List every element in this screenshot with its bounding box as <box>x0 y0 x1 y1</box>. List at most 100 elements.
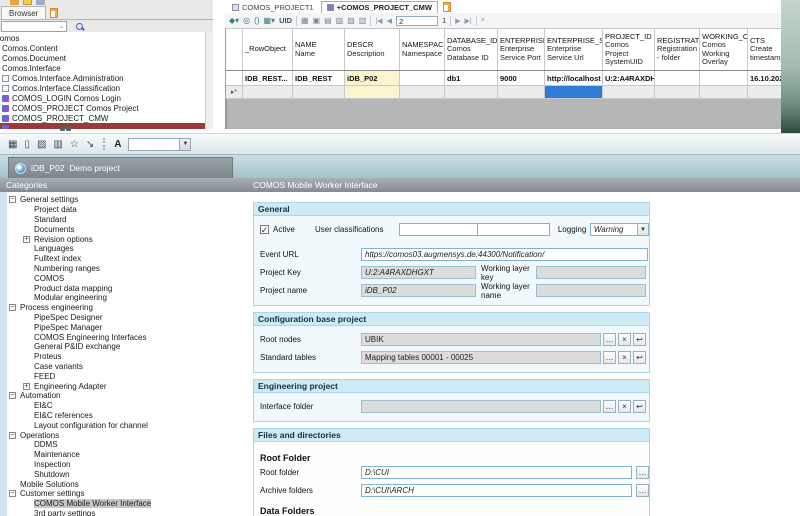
nav-back-icon[interactable]: ◆▾ <box>229 16 239 25</box>
user-classification-field-2[interactable] <box>478 223 550 236</box>
grid-cell[interactable] <box>445 86 498 98</box>
search-input[interactable]: ⌄ <box>1 21 67 32</box>
style-combobox[interactable]: ▼ <box>128 138 191 151</box>
star-icon[interactable]: ☆ <box>70 139 79 150</box>
category-item[interactable]: Fulltext index <box>7 254 240 264</box>
font-button[interactable]: A <box>114 139 121 150</box>
ENTERPRISE_SER[interactable]: ENTERPRISE_SER Enterprise Service Url <box>545 29 603 70</box>
expander-icon[interactable] <box>9 490 16 497</box>
search-icon[interactable] <box>76 23 83 30</box>
grid-cell[interactable] <box>345 86 400 98</box>
tree-item[interactable]: Comos.Content <box>0 43 205 53</box>
category-item[interactable]: DDMS <box>7 440 240 450</box>
grid-cell[interactable] <box>748 86 781 98</box>
PROJECT_ID[interactable]: PROJECT_ID Comos Project SystemUID <box>603 29 655 70</box>
view-grid-icon[interactable]: ▦ <box>301 16 309 25</box>
category-item[interactable]: General settings <box>7 195 240 205</box>
navigate-button[interactable]: ↩ <box>633 351 646 364</box>
category-item[interactable]: Operations <box>7 430 240 440</box>
category-item[interactable]: Languages <box>7 244 240 254</box>
grid-cell[interactable] <box>655 71 700 85</box>
category-item[interactable]: General P&ID exchange <box>7 342 240 352</box>
category-item[interactable]: Project data <box>7 205 240 215</box>
grid-cell[interactable]: http://localhost <box>545 71 603 85</box>
cut-icon[interactable]: ▧ <box>336 16 344 25</box>
tab-project-idb-p02[interactable]: iDB_P02 Demo project <box>8 157 233 178</box>
category-item[interactable]: PipeSpec Manager <box>7 322 240 332</box>
category-item[interactable]: Process engineering <box>7 303 240 313</box>
grid-cell[interactable] <box>400 86 445 98</box>
new-page-icon[interactable] <box>50 8 58 18</box>
tab-browser[interactable]: Browser <box>1 6 46 19</box>
category-item[interactable]: Customer settings <box>7 489 240 499</box>
root-folder-field[interactable]: D:\CUI <box>361 466 632 479</box>
category-item[interactable]: COMOS <box>7 273 240 283</box>
category-item[interactable]: Shutdown <box>7 469 240 479</box>
expander-icon[interactable] <box>9 432 16 439</box>
clear-button[interactable]: × <box>618 351 631 364</box>
grid-cell[interactable] <box>293 86 345 98</box>
grid-cell[interactable]: 16.10.202... <box>748 71 781 85</box>
code-brackets-icon[interactable]: () <box>254 16 259 25</box>
grid-cell[interactable]: U:2:A4RAXDHGXT <box>603 71 655 85</box>
event-url-field[interactable]: https://comos03.augmensys.de:44300/Notif… <box>361 248 648 261</box>
record-count-field[interactable]: 2 <box>396 16 438 26</box>
category-item[interactable]: Standard <box>7 215 240 225</box>
expander-icon[interactable] <box>23 383 30 390</box>
WORKING_OV[interactable]: WORKING_OV Comos Working Overlay <box>700 29 748 70</box>
tree-item[interactable]: Comos.Document <box>0 53 205 63</box>
tree-item[interactable]: COMOS_PROJECT_CMW <box>0 113 205 123</box>
tree-item[interactable]: Comos <box>0 33 205 43</box>
table-view-icon[interactable]: ▦ <box>8 139 17 150</box>
category-item[interactable]: PipeSpec Designer <box>7 313 240 323</box>
binoculars-icon[interactable] <box>60 126 72 132</box>
navigate-button[interactable]: ↩ <box>633 333 646 346</box>
grid-tab[interactable]: +COMOS_PROJECT_CMW <box>321 1 438 13</box>
new-query-icon[interactable] <box>443 2 451 12</box>
layout-dropdown-icon[interactable]: ▦▾ <box>263 16 275 25</box>
window-icon[interactable] <box>36 0 45 5</box>
record-last-icon[interactable]: ▶| <box>465 17 472 25</box>
category-item[interactable]: EI&C <box>7 401 240 411</box>
record-next-icon[interactable]: ▶ <box>455 17 460 25</box>
category-item[interactable]: COMOS Engineering Interfaces <box>7 332 240 342</box>
browse-button[interactable]: … <box>603 333 616 346</box>
uid-button[interactable]: UID <box>279 16 292 25</box>
grid-cell[interactable] <box>400 71 445 85</box>
DESCR[interactable]: DESCR Description <box>345 29 400 70</box>
NAME[interactable]: NAME Name <box>293 29 345 70</box>
grid-cell[interactable]: IDB_REST... <box>243 71 293 85</box>
category-item[interactable]: Documents <box>7 224 240 234</box>
category-item[interactable]: Revision options <box>7 234 240 244</box>
browse-button[interactable]: … <box>603 400 616 413</box>
category-item[interactable]: Automation <box>7 391 240 401</box>
copy-icon[interactable]: ▨ <box>347 16 355 25</box>
grid-cell[interactable]: 9000 <box>498 71 545 85</box>
folder-icon[interactable] <box>10 0 19 5</box>
category-item[interactable]: Case variants <box>7 362 240 372</box>
user-classification-field-1[interactable] <box>399 223 478 236</box>
ENTERPRISE_[interactable]: ENTERPRISE_ Enterprise Service Port <box>498 29 545 70</box>
category-item[interactable]: Maintenance <box>7 450 240 460</box>
tree-item[interactable]: COMOS_PROJECT Comos Project <box>0 103 205 113</box>
navigate-button[interactable]: ↩ <box>633 400 646 413</box>
expander-icon[interactable] <box>9 304 16 311</box>
tree-item[interactable]: Comos.Interface.Administration <box>0 73 205 83</box>
category-item[interactable]: FEED <box>7 371 240 381</box>
paste-icon[interactable]: ▥ <box>359 16 367 25</box>
grid-cell[interactable] <box>243 86 293 98</box>
tree-item[interactable]: Comos.Interface.Classification <box>0 83 205 93</box>
expander-icon[interactable] <box>9 196 16 203</box>
export-icon[interactable]: ↘ <box>86 139 94 150</box>
close-icon[interactable]: × <box>481 17 485 24</box>
columns-icon[interactable]: ▥ <box>53 139 62 150</box>
browse-button[interactable]: … <box>636 484 649 497</box>
clear-button[interactable]: × <box>618 333 631 346</box>
grid-cell[interactable] <box>545 86 603 98</box>
tree-item[interactable] <box>0 123 205 129</box>
NAMESPACE[interactable]: NAMESPACE Namespace <box>400 29 445 70</box>
active-checkbox[interactable]: ✓ <box>260 225 269 234</box>
category-item[interactable]: Mobile Solutions <box>7 479 240 489</box>
grid-cell[interactable] <box>700 71 748 85</box>
save-icon[interactable]: ▣ <box>313 16 321 25</box>
